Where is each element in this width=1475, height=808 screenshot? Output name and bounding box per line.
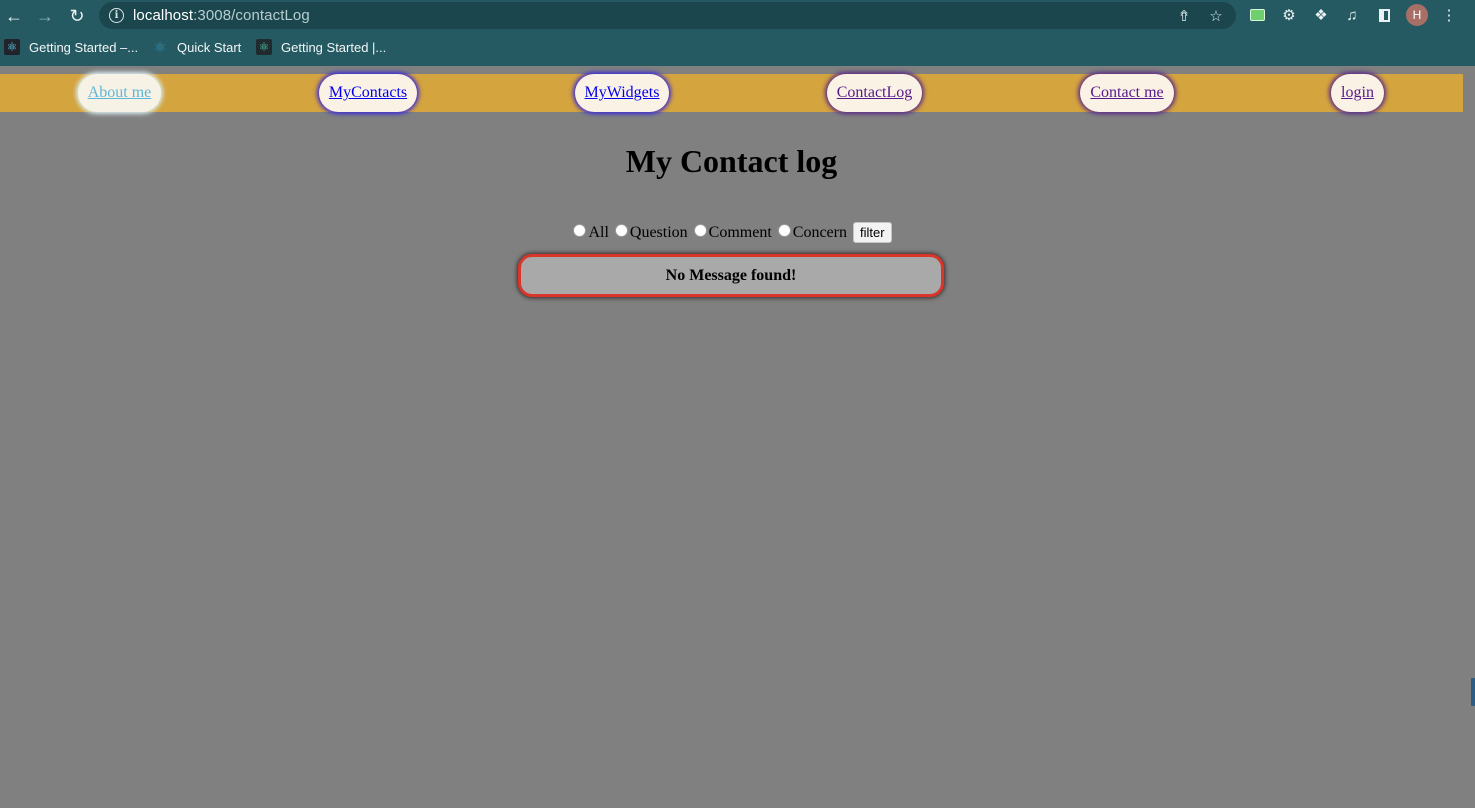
radio-concern[interactable] [777, 224, 791, 237]
radio-question[interactable] [614, 224, 628, 237]
extensions-puzzle-icon[interactable]: ❖ [1311, 5, 1331, 25]
share-icon[interactable]: ⇮ [1175, 7, 1193, 25]
message-filter: All Question Comment Concern filter [0, 222, 1463, 243]
nav-mycontacts-link[interactable]: MyContacts [319, 74, 417, 112]
settings-gear-icon[interactable]: ⚙ [1279, 5, 1299, 25]
radio-comment-label: Comment [708, 223, 772, 241]
nav-contact-me-link[interactable]: Contact me [1080, 74, 1174, 112]
side-panel-icon[interactable] [1374, 5, 1394, 25]
site-info-icon[interactable]: i [109, 8, 124, 23]
scrollbar-thumb[interactable] [1471, 678, 1475, 706]
radio-concern-label: Concern [792, 223, 847, 241]
bookmark-getting-started-2[interactable]: ⚛ Getting Started |... [256, 38, 386, 56]
address-bar[interactable]: i localhost:3008/contactLog ⇮ ☆ [99, 2, 1236, 29]
bookmark-label: Quick Start [177, 39, 242, 55]
no-message-notice: No Message found! [518, 254, 944, 297]
forward-arrow-icon[interactable]: → [34, 5, 56, 27]
radio-question-label: Question [629, 223, 688, 241]
page-title: My Contact log [625, 143, 838, 179]
browser-toolbar: ← → ↻ i localhost:3008/contactLog ⇮ ☆ ⚙ … [0, 0, 1475, 32]
react-icon: ⚛ [153, 38, 167, 55]
bookmark-star-icon[interactable]: ☆ [1207, 7, 1225, 25]
radio-comment[interactable] [693, 224, 707, 237]
bookmark-quick-start[interactable]: ⚛ Quick Start [152, 38, 242, 56]
radio-all[interactable] [573, 224, 587, 237]
url-host: localhost [133, 7, 194, 24]
reload-icon[interactable]: ↻ [66, 5, 88, 27]
browser-menu-icon[interactable]: ⋮ [1439, 5, 1459, 25]
bookmark-getting-started-1[interactable]: ⚛ Getting Started –... [4, 38, 138, 56]
media-queue-icon[interactable]: ♫ [1342, 5, 1362, 25]
nav-contactlog-link[interactable]: ContactLog [827, 74, 922, 112]
back-arrow-icon[interactable]: ← [3, 5, 25, 27]
react-icon: ⚛ [256, 39, 272, 55]
browser-chrome: ← → ↻ i localhost:3008/contactLog ⇮ ☆ ⚙ … [0, 0, 1475, 66]
address-url[interactable]: localhost:3008/contactLog [133, 7, 310, 24]
page-content: About me MyContacts MyWidgets ContactLog… [0, 66, 1475, 808]
bookmark-label: Getting Started |... [281, 39, 387, 55]
bookmarks-bar: ⚛ Getting Started –... ⚛ Quick Start ⚛ G… [0, 34, 1475, 60]
nav-login-link[interactable]: login [1331, 74, 1384, 112]
react-icon: ⚛ [4, 39, 20, 55]
profile-avatar[interactable]: H [1406, 4, 1428, 26]
extension-green-icon[interactable] [1247, 5, 1267, 25]
nav-mywidgets-link[interactable]: MyWidgets [575, 74, 669, 112]
nav-about-me-link[interactable]: About me [78, 74, 161, 112]
bookmark-label: Getting Started –... [29, 39, 139, 55]
filter-button[interactable]: filter [852, 222, 892, 243]
site-nav-bar: About me MyContacts MyWidgets ContactLog… [0, 74, 1463, 112]
radio-all-label: All [588, 223, 609, 241]
url-path: :3008/contactLog [193, 7, 310, 24]
